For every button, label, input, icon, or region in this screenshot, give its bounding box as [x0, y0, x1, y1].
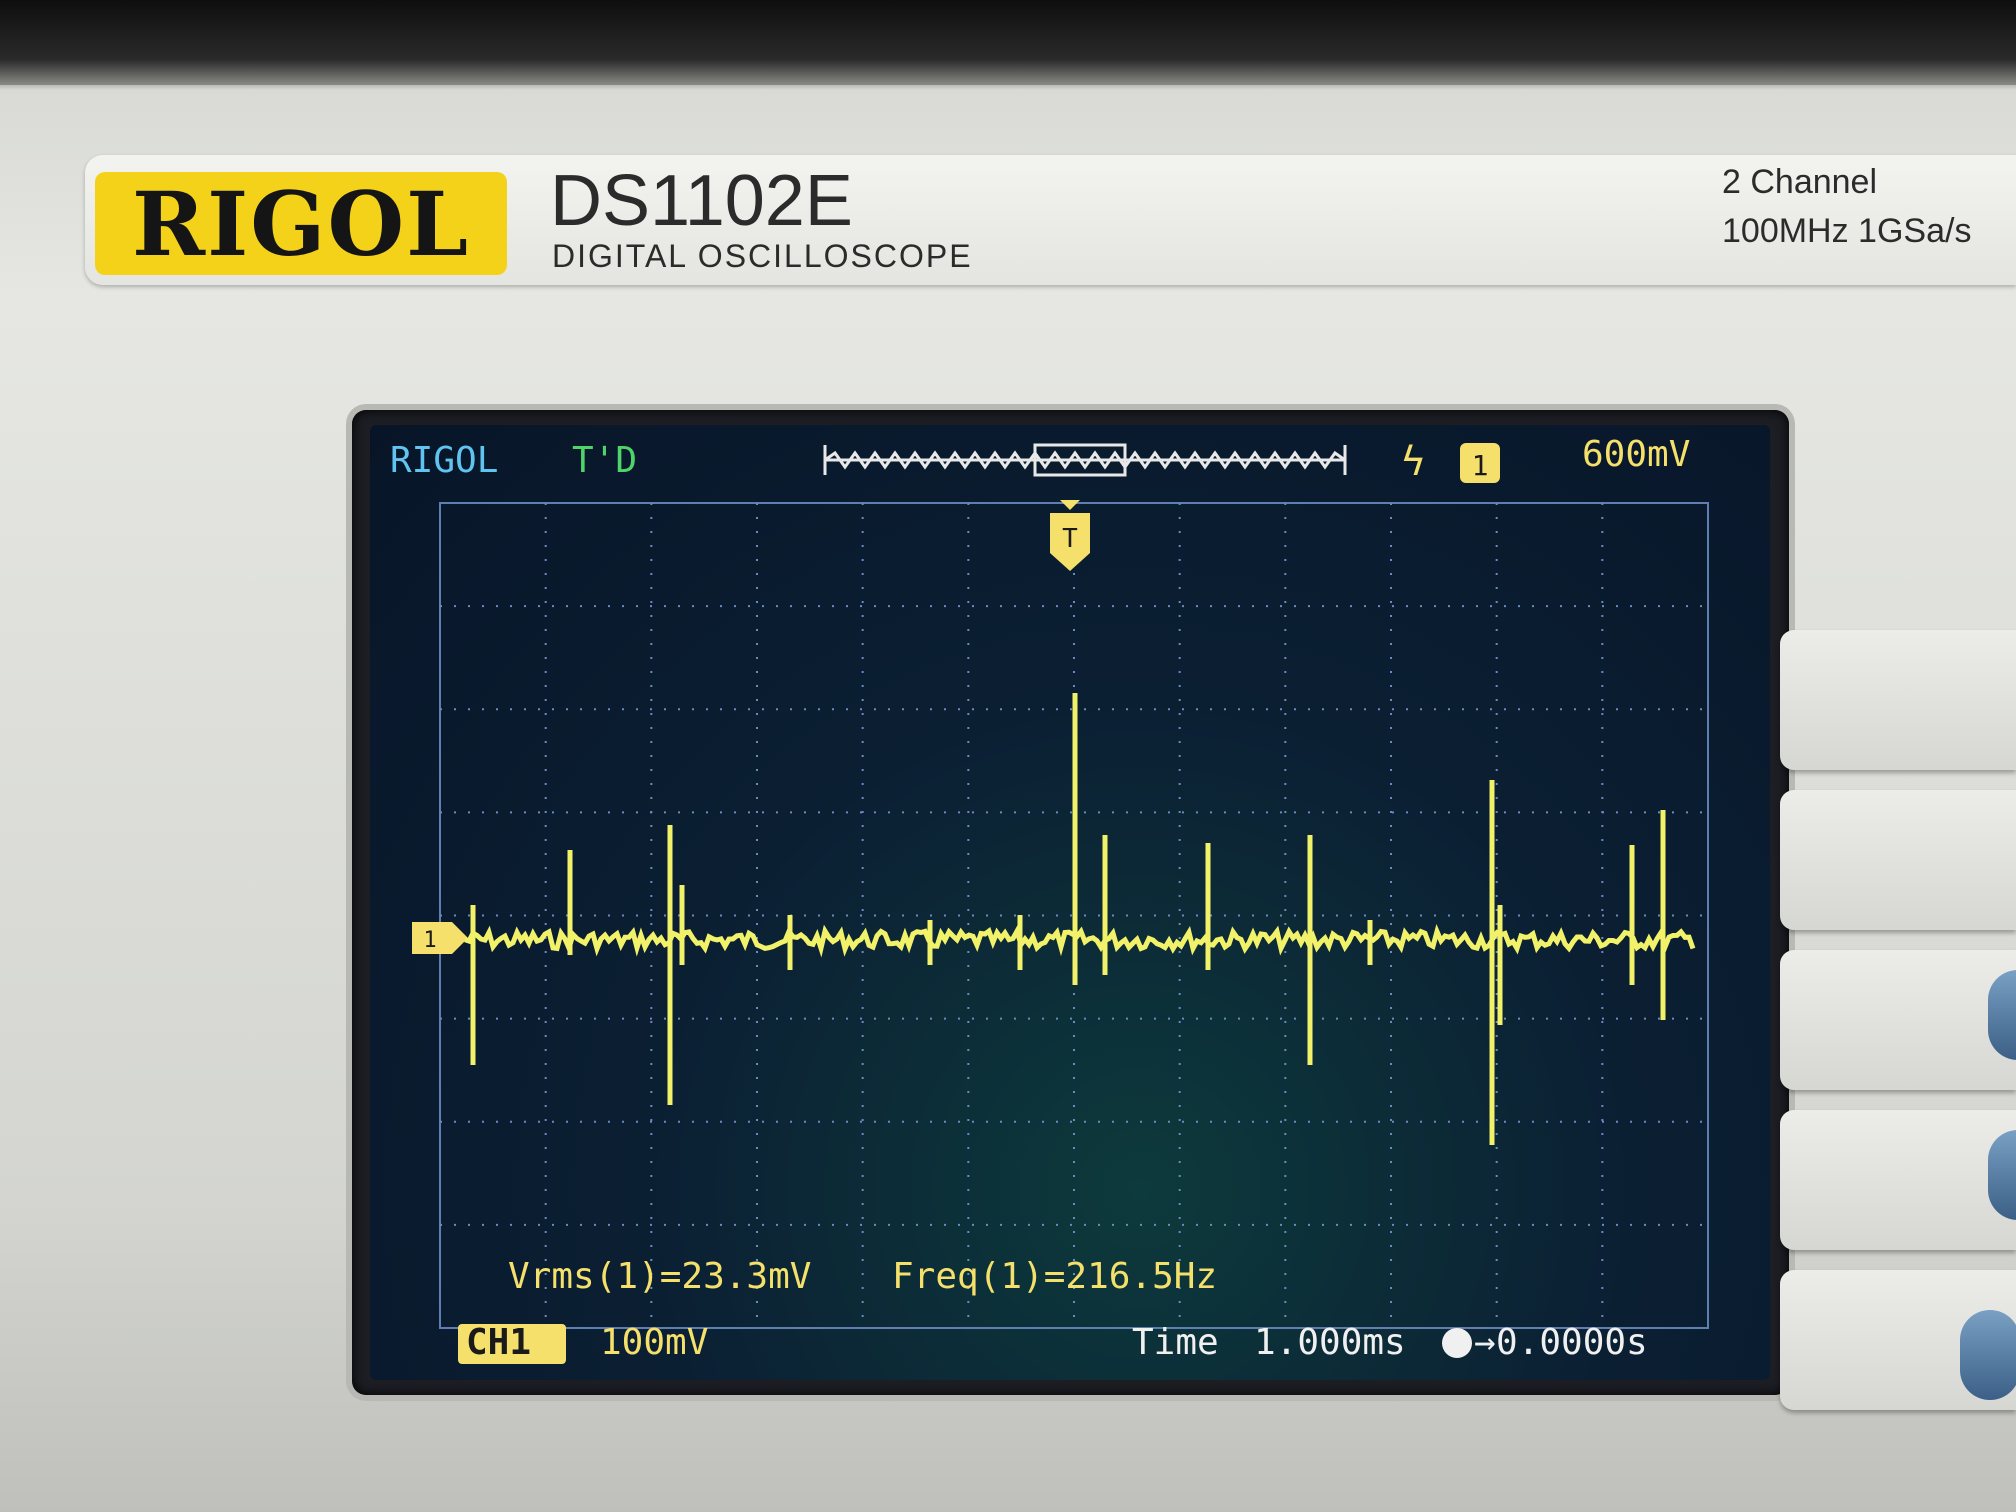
channel-spec: 2 Channel [1722, 163, 1878, 201]
top-edge [0, 0, 2016, 85]
brand-logo: RIGOL [95, 171, 507, 276]
frequency-measurement: Freq(1)=216.5Hz [892, 1256, 1218, 1297]
timebase-bar [823, 443, 1347, 477]
softkey-column [1780, 610, 2016, 1512]
trigger-channel-text: 1 [1472, 449, 1489, 482]
acquisition-status: T'D [572, 440, 638, 481]
edge-trigger-icon: ϟ [1400, 439, 1426, 485]
softkey-1[interactable] [1780, 630, 2016, 770]
device-subtitle: DIGITAL OSCILLOSCOPE [552, 238, 973, 274]
model-number: DS1102E [550, 161, 853, 241]
vrms-measurement: Vrms(1)=23.3mV [508, 1256, 812, 1297]
trigger-offset-icon [1442, 1328, 1472, 1358]
brand-logo-text: RIGOL [132, 171, 470, 276]
softkey-3[interactable] [1780, 950, 2016, 1090]
channel1-ground-marker: 1 [412, 922, 468, 954]
time-label: Time [1132, 1322, 1219, 1363]
channel1-trace [464, 693, 1696, 1145]
trigger-position-marker: T [1050, 500, 1090, 571]
trigger-offset: 0.0000s [1496, 1322, 1648, 1363]
softkey-4[interactable] [1780, 1110, 2016, 1250]
display-brand: RIGOL [390, 440, 499, 481]
softkey-knob-2[interactable] [1988, 1130, 2016, 1220]
time-per-div: 1.000ms [1254, 1322, 1406, 1363]
channel-marker-text: 1 [423, 928, 436, 953]
ch1-volts-per-div: 100mV [600, 1322, 709, 1363]
scope-display: T 1 ϟ 1 [412, 439, 1709, 1329]
bandwidth-spec: 100MHz 1GSa/s [1722, 212, 1972, 250]
softkey-knob-3[interactable] [1960, 1310, 2016, 1400]
ch1-label: CH1 [466, 1322, 532, 1363]
trigger-marker-text: T [1062, 524, 1078, 554]
softkey-2[interactable] [1780, 790, 2016, 930]
softkey-knob-1[interactable] [1988, 970, 2016, 1060]
trigger-offset-arrow: → [1474, 1322, 1496, 1363]
trigger-status-icons: ϟ 1 [1400, 439, 1500, 485]
trigger-level: 600mV [1582, 434, 1691, 475]
